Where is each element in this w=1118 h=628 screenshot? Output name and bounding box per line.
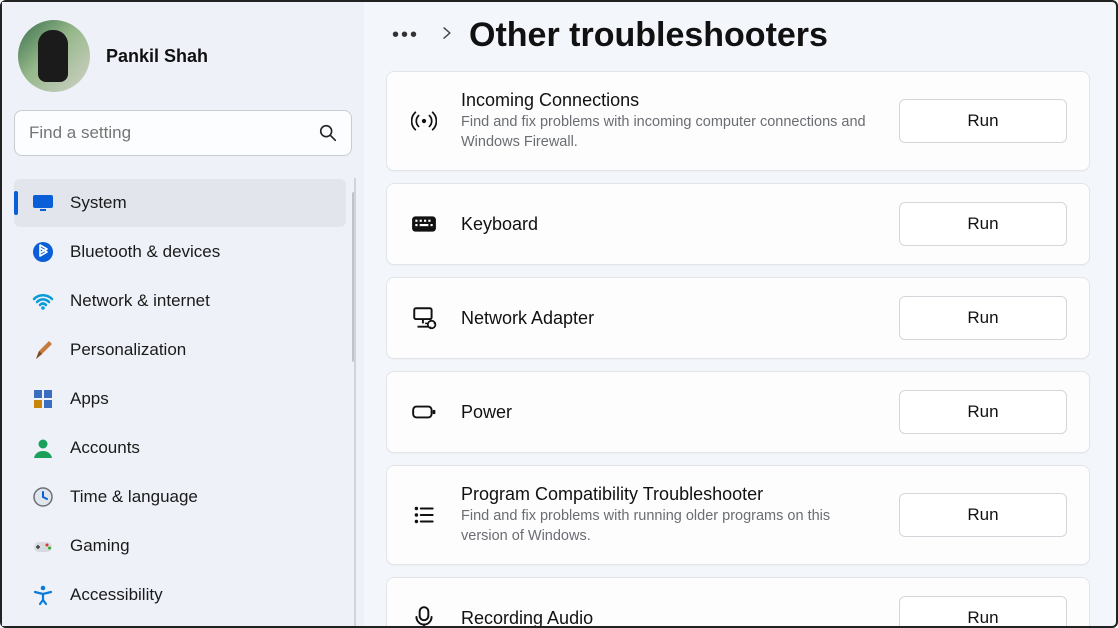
- card-title: Program Compatibility Troubleshooter: [461, 484, 877, 505]
- card-description: Find and fix problems with running older…: [461, 507, 877, 546]
- sidebar-item-label: Network & internet: [70, 291, 210, 311]
- sidebar-item-network-internet[interactable]: Network & internet: [14, 277, 346, 325]
- mic-icon: [409, 603, 439, 626]
- main-panel: ••• Other troubleshooters Incoming Conne…: [364, 2, 1116, 626]
- search-box: [14, 110, 352, 156]
- accessibility-icon: [32, 584, 54, 606]
- run-button[interactable]: Run: [899, 493, 1067, 537]
- clock-icon: [32, 486, 54, 508]
- bluetooth-icon: [32, 241, 54, 263]
- card-title: Incoming Connections: [461, 90, 877, 111]
- person-icon: [32, 437, 54, 459]
- user-profile[interactable]: Pankil Shah: [14, 14, 356, 110]
- header: ••• Other troubleshooters: [386, 16, 1094, 55]
- search-icon: [318, 123, 338, 148]
- run-button[interactable]: Run: [899, 99, 1067, 143]
- card-title: Power: [461, 402, 877, 423]
- sidebar-item-label: Gaming: [70, 536, 130, 556]
- gamepad-icon: [32, 535, 54, 557]
- sidebar-item-label: Time & language: [70, 487, 198, 507]
- breadcrumb-overflow-button[interactable]: •••: [386, 20, 425, 51]
- apps-icon: [32, 388, 54, 410]
- troubleshooter-card: Incoming ConnectionsFind and fix problem…: [386, 71, 1090, 171]
- card-title: Network Adapter: [461, 308, 877, 329]
- sidebar-item-label: Accounts: [70, 438, 140, 458]
- monitor-icon: [32, 192, 54, 214]
- battery-icon: [409, 397, 439, 427]
- sidebar-item-label: Personalization: [70, 340, 186, 360]
- sidebar-item-apps[interactable]: Apps: [14, 375, 346, 423]
- sidebar-item-label: System: [70, 193, 127, 213]
- card-body: Incoming ConnectionsFind and fix problem…: [461, 90, 877, 152]
- sidebar-item-time-language[interactable]: Time & language: [14, 473, 346, 521]
- sidebar-item-personalization[interactable]: Personalization: [14, 326, 346, 374]
- troubleshooter-card: Keyboard Run: [386, 183, 1090, 265]
- troubleshooter-card: Program Compatibility TroubleshooterFind…: [386, 465, 1090, 565]
- run-button[interactable]: Run: [899, 202, 1067, 246]
- sidebar: Pankil Shah System Bluetooth & devices Net…: [2, 2, 364, 626]
- sidebar-item-label: Apps: [70, 389, 109, 409]
- sidebar-item-label: Accessibility: [70, 585, 163, 605]
- card-title: Recording Audio: [461, 608, 877, 626]
- wifi-icon: [32, 290, 54, 312]
- brush-icon: [32, 339, 54, 361]
- broadcast-icon: [409, 106, 439, 136]
- page-title: Other troubleshooters: [469, 16, 828, 55]
- sidebar-item-bluetooth-devices[interactable]: Bluetooth & devices: [14, 228, 346, 276]
- troubleshooter-list: Incoming ConnectionsFind and fix problem…: [386, 71, 1094, 626]
- sidebar-nav: System Bluetooth & devices Network & inter…: [14, 178, 356, 626]
- run-button[interactable]: Run: [899, 390, 1067, 434]
- card-title: Keyboard: [461, 214, 877, 235]
- troubleshooter-card: Network Adapter Run: [386, 277, 1090, 359]
- card-body: Recording Audio: [461, 608, 877, 626]
- network-icon: [409, 303, 439, 333]
- card-body: Keyboard: [461, 214, 877, 235]
- avatar: [18, 20, 90, 92]
- sidebar-item-system[interactable]: System: [14, 179, 346, 227]
- keyboard-icon: [409, 209, 439, 239]
- troubleshooter-card: Power Run: [386, 371, 1090, 453]
- user-name: Pankil Shah: [106, 46, 208, 67]
- card-body: Program Compatibility TroubleshooterFind…: [461, 484, 877, 546]
- sidebar-item-gaming[interactable]: Gaming: [14, 522, 346, 570]
- sidebar-item-label: Bluetooth & devices: [70, 242, 220, 262]
- sidebar-item-accounts[interactable]: Accounts: [14, 424, 346, 472]
- run-button[interactable]: Run: [899, 596, 1067, 626]
- troubleshooter-card: Recording Audio Run: [386, 577, 1090, 626]
- search-input[interactable]: [14, 110, 352, 156]
- chevron-right-icon: [439, 24, 455, 47]
- card-body: Power: [461, 402, 877, 423]
- list-icon: [409, 500, 439, 530]
- sidebar-item-accessibility[interactable]: Accessibility: [14, 571, 346, 619]
- run-button[interactable]: Run: [899, 296, 1067, 340]
- card-description: Find and fix problems with incoming comp…: [461, 113, 877, 152]
- card-body: Network Adapter: [461, 308, 877, 329]
